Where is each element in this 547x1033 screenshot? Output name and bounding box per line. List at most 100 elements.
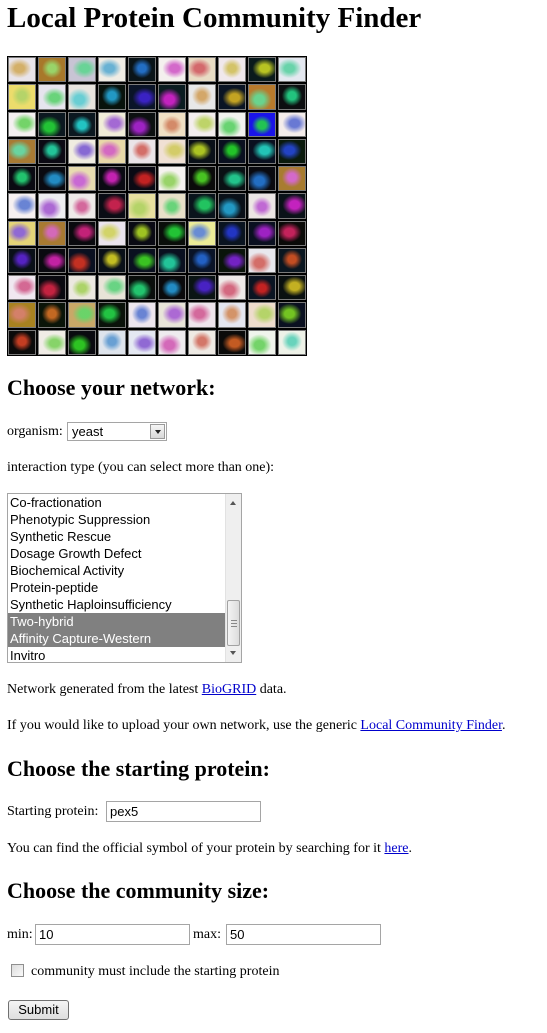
protein-structure-tile xyxy=(158,329,186,355)
protein-structure-tile xyxy=(278,84,306,110)
protein-structure-tile xyxy=(38,275,66,301)
organism-label: organism: xyxy=(7,424,63,439)
starting-protein-label: Starting protein: xyxy=(7,804,99,819)
protein-structures-mosaic-image xyxy=(7,56,307,356)
min-label: min: xyxy=(7,927,33,942)
listbox-scrollbar[interactable] xyxy=(225,494,241,662)
scroll-down-arrow-icon[interactable] xyxy=(230,651,236,655)
protein-structure-tile xyxy=(8,84,36,110)
protein-structure-tile xyxy=(128,84,156,110)
protein-structure-tile xyxy=(68,275,96,301)
interaction-type-option[interactable]: Synthetic Rescue xyxy=(8,528,225,545)
protein-structure-tile xyxy=(128,220,156,246)
protein-structure-tile xyxy=(98,111,126,137)
protein-structure-tile xyxy=(38,84,66,110)
protein-structure-tile xyxy=(8,302,36,328)
interaction-type-option[interactable]: Phenotypic Suppression xyxy=(8,511,225,528)
protein-structure-tile xyxy=(218,84,246,110)
include-starting-protein-label[interactable]: community must include the starting prot… xyxy=(31,963,279,981)
protein-structure-tile xyxy=(278,138,306,165)
protein-structure-tile xyxy=(68,84,96,110)
interaction-type-option[interactable]: Invitro xyxy=(8,647,225,662)
protein-structure-tile xyxy=(98,84,126,110)
protein-structure-tile xyxy=(98,57,126,83)
interaction-type-listbox[interactable]: Invitro Affinity Capture-Western Two-hybri… xyxy=(7,493,242,663)
interaction-type-option[interactable]: Synthetic Haploinsufficiency xyxy=(8,596,225,613)
protein-structure-tile xyxy=(188,166,216,192)
protein-structure-tile xyxy=(248,329,276,355)
protein-structure-tile xyxy=(128,57,156,83)
protein-structure-tile xyxy=(68,193,96,219)
local-community-finder-link[interactable]: Local Community Finder xyxy=(360,718,502,733)
protein-structure-tile xyxy=(248,166,276,192)
protein-structure-tile xyxy=(158,220,186,246)
protein-structure-tile xyxy=(188,111,216,137)
protein-structure-tile xyxy=(278,57,306,83)
protein-structure-tile xyxy=(218,166,246,192)
protein-structure-tile xyxy=(188,220,216,246)
protein-structure-tile xyxy=(98,193,126,219)
biogrid-note-suffix: data. xyxy=(256,682,287,697)
protein-structure-tile xyxy=(98,247,126,274)
protein-structure-tile xyxy=(38,329,66,355)
protein-structure-tile xyxy=(38,138,66,165)
protein-structure-tile xyxy=(278,193,306,219)
max-size-input[interactable] xyxy=(226,924,381,945)
protein-structure-tile xyxy=(68,302,96,328)
protein-structure-tile xyxy=(128,302,156,328)
protein-help-note: You can find the official symbol of your… xyxy=(7,840,412,858)
protein-structure-tile xyxy=(98,220,126,246)
here-link[interactable]: here xyxy=(384,841,408,856)
protein-structure-tile xyxy=(128,275,156,301)
protein-structure-tile xyxy=(188,193,216,219)
protein-structure-tile xyxy=(68,247,96,274)
protein-structure-tile xyxy=(278,329,306,355)
organism-select[interactable]: yeast xyxy=(67,422,167,441)
protein-structure-tile xyxy=(248,247,276,274)
protein-structure-tile xyxy=(38,302,66,328)
protein-structure-tile xyxy=(158,275,186,301)
starting-protein-input[interactable] xyxy=(106,801,261,822)
submit-button[interactable]: Submit xyxy=(8,1000,69,1020)
protein-structure-tile xyxy=(278,220,306,246)
protein-structure-tile xyxy=(218,111,246,137)
min-size-input[interactable] xyxy=(35,924,190,945)
protein-structure-tile xyxy=(158,84,186,110)
protein-structure-tile xyxy=(38,57,66,83)
protein-structure-tile xyxy=(158,302,186,328)
interaction-type-option[interactable]: Biochemical Activity xyxy=(8,562,225,579)
protein-structure-tile xyxy=(8,166,36,192)
upload-note: If you would like to upload your own net… xyxy=(7,717,505,735)
protein-structure-tile xyxy=(68,220,96,246)
protein-structure-tile xyxy=(128,166,156,192)
interaction-type-option[interactable]: Affinity Capture-Western xyxy=(8,630,225,647)
scroll-up-arrow-icon[interactable] xyxy=(230,501,236,505)
interaction-type-option[interactable]: Two-hybrid xyxy=(8,613,225,630)
interaction-type-option[interactable]: Co-fractionation xyxy=(8,494,225,511)
protein-structure-tile xyxy=(128,111,156,137)
interaction-type-option[interactable]: Protein-peptide xyxy=(8,579,225,596)
include-starting-protein-checkbox[interactable] xyxy=(11,964,24,977)
interaction-type-option[interactable]: Dosage Growth Defect xyxy=(8,545,225,562)
scrollbar-thumb[interactable] xyxy=(227,600,240,646)
protein-structure-tile xyxy=(188,138,216,165)
protein-structure-tile xyxy=(248,302,276,328)
protein-structure-tile xyxy=(278,166,306,192)
protein-structure-tile xyxy=(98,329,126,355)
protein-structure-tile xyxy=(128,247,156,274)
protein-structure-tile xyxy=(38,111,66,137)
protein-structure-tile xyxy=(218,275,246,301)
biogrid-link[interactable]: BioGRID xyxy=(202,682,256,697)
protein-structure-tile xyxy=(278,275,306,301)
protein-structure-tile xyxy=(278,302,306,328)
protein-structure-tile xyxy=(158,193,186,219)
protein-structure-tile xyxy=(248,84,276,110)
chevron-down-icon[interactable] xyxy=(150,424,165,439)
protein-structure-tile xyxy=(8,329,36,355)
protein-structure-tile xyxy=(248,138,276,165)
protein-structure-tile xyxy=(128,193,156,219)
protein-structure-tile xyxy=(38,220,66,246)
network-heading: Choose your network: xyxy=(7,375,216,400)
protein-structure-tile xyxy=(188,84,216,110)
protein-structure-tile xyxy=(188,275,216,301)
